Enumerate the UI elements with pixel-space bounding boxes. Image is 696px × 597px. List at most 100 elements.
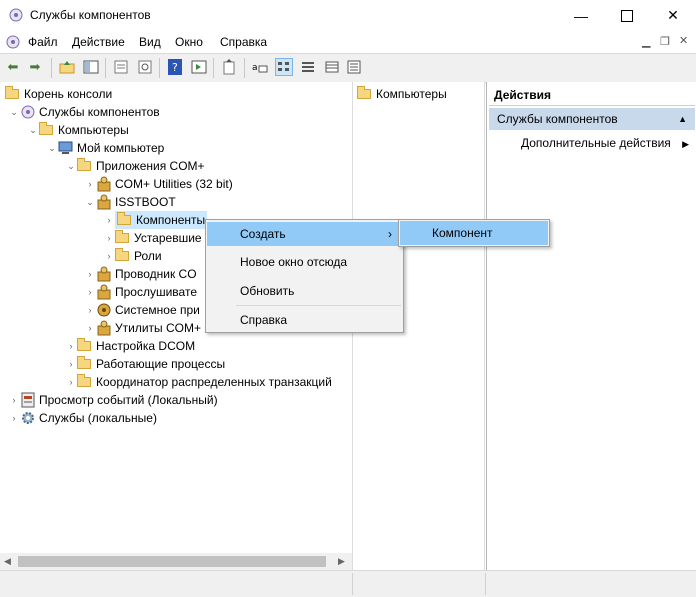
tree-node-components[interactable]: › Компоненты <box>103 211 208 229</box>
scroll-right-icon[interactable]: ▶ <box>338 556 345 567</box>
list-view-icon[interactable] <box>299 58 317 76</box>
collapse-section-icon[interactable]: ▲ <box>678 108 687 130</box>
collapse-chevron-icon[interactable]: ⌄ <box>46 142 58 154</box>
expand-chevron-icon[interactable]: › <box>65 376 77 388</box>
create-submenu: Компонент <box>398 219 550 247</box>
minimize-icon: — <box>574 7 588 24</box>
tree-node-legacy[interactable]: › Устаревшие <box>103 229 202 247</box>
context-menu-refresh-label: Обновить <box>240 284 295 298</box>
context-menu-help[interactable]: Справка <box>207 308 402 332</box>
context-menu-new-window[interactable]: Новое окно отсюда <box>207 250 402 274</box>
status-divider <box>352 573 353 595</box>
configure-columns-icon[interactable] <box>345 58 363 76</box>
toolbar-separator <box>213 58 214 78</box>
expand-chevron-icon[interactable]: › <box>84 286 96 298</box>
minimize-button[interactable]: — <box>558 0 604 31</box>
context-menu-create[interactable]: Создать › <box>207 222 402 246</box>
actions-section-component-services[interactable]: Службы компонентов ▲ <box>489 108 695 130</box>
context-menu-create-label: Создать <box>240 227 286 241</box>
close-icon: ✕ <box>667 7 679 23</box>
collapse-chevron-icon[interactable]: ⌄ <box>8 106 20 118</box>
expand-chevron-icon[interactable]: › <box>84 304 96 316</box>
tree-node-listener[interactable]: › Прослушивате <box>84 283 197 301</box>
refresh-icon[interactable] <box>136 58 154 76</box>
list-item-label: Компьютеры <box>376 87 447 101</box>
mdi-close-icon[interactable]: ✕ <box>679 34 688 47</box>
mdi-restore-icon[interactable]: ❐ <box>660 35 670 48</box>
tree-node-label: Координатор распределенных транзакций <box>96 375 332 389</box>
up-level-icon[interactable] <box>58 58 76 76</box>
tree-node-computers[interactable]: ⌄ Компьютеры <box>27 121 129 139</box>
tree-node-console-root[interactable]: Корень консоли <box>5 85 112 103</box>
large-icons-view-icon[interactable]: a <box>251 58 269 76</box>
expand-chevron-icon[interactable]: › <box>103 214 115 226</box>
show-hide-tree-icon[interactable] <box>82 58 100 76</box>
tree-node-explorer[interactable]: › Проводник CO <box>84 265 197 283</box>
window-title: Службы компонентов <box>30 8 151 22</box>
menu-view[interactable]: Вид <box>139 35 161 49</box>
tree-node-component-services[interactable]: ⌄ Службы компонентов <box>8 103 160 121</box>
list-item[interactable]: Компьютеры <box>357 85 447 103</box>
more-actions-item[interactable]: Дополнительные действия ▶ <box>521 136 689 150</box>
back-icon[interactable]: ⬅ <box>4 58 22 76</box>
expand-chevron-icon[interactable]: › <box>84 322 96 334</box>
tree-node-label: Службы компонентов <box>39 105 160 119</box>
close-button[interactable]: ✕ <box>650 0 696 31</box>
expand-chevron-icon[interactable]: › <box>65 358 77 370</box>
tree-node-dtc[interactable]: › Координатор распределенных транзакций <box>65 373 332 391</box>
menu-help[interactable]: Справка <box>220 35 267 49</box>
tree-node-label: Устаревшие <box>134 231 202 245</box>
maximize-button[interactable] <box>604 0 650 31</box>
detail-view-icon[interactable] <box>323 58 341 76</box>
help-icon[interactable]: ? <box>166 58 184 76</box>
forward-icon[interactable]: ➡ <box>26 58 44 76</box>
expand-chevron-icon[interactable]: › <box>84 178 96 190</box>
export-list-icon[interactable] <box>220 58 238 76</box>
scrollbar-thumb[interactable] <box>18 556 326 567</box>
folder-icon <box>5 86 19 99</box>
tree-node-com-applications[interactable]: ⌄ Приложения COM+ <box>65 157 205 175</box>
context-menu-refresh[interactable]: Обновить <box>207 279 402 303</box>
collapse-chevron-icon[interactable]: ⌄ <box>65 160 77 172</box>
app-icon <box>8 7 24 23</box>
menu-file[interactable]: Файл <box>28 35 58 49</box>
scroll-left-icon[interactable]: ◀ <box>4 556 11 567</box>
tree-node-event-viewer[interactable]: › Просмотр событий (Локальный) <box>8 391 218 409</box>
properties-icon[interactable] <box>112 58 130 76</box>
folder-icon <box>77 374 91 387</box>
tree-node-dcom-config[interactable]: › Настройка DCOM <box>65 337 195 355</box>
menu-action[interactable]: Действие <box>72 35 125 49</box>
tree-node-label: Службы (локальные) <box>39 411 157 425</box>
submenu-component[interactable]: Компонент <box>400 221 548 245</box>
tree-node-com-utilities-32[interactable]: › COM+ Utilities (32 bit) <box>84 175 233 193</box>
status-bar <box>0 570 696 597</box>
tree-node-isstboot[interactable]: ⌄ ISSTBOOT <box>84 193 176 211</box>
actions-header: Действия <box>489 84 695 106</box>
tree-node-label: Работающие процессы <box>96 357 226 371</box>
expand-chevron-icon[interactable]: › <box>103 232 115 244</box>
small-icons-view-icon[interactable] <box>275 58 293 76</box>
tree-node-com-utilities[interactable]: › Утилиты COM+ <box>84 319 201 337</box>
folder-icon <box>357 86 371 99</box>
show-action-pane-icon[interactable] <box>190 58 208 76</box>
expand-chevron-icon[interactable]: › <box>8 394 20 406</box>
folder-icon <box>77 338 91 351</box>
mdi-minimize-icon[interactable]: ▁ <box>642 35 650 48</box>
expand-chevron-icon[interactable]: › <box>65 340 77 352</box>
tree-node-running-processes[interactable]: › Работающие процессы <box>65 355 225 373</box>
tree-node-services-local[interactable]: › Службы (локальные) <box>8 409 157 427</box>
tree-node-roles[interactable]: › Роли <box>103 247 162 265</box>
menu-window[interactable]: Окно <box>175 35 203 49</box>
collapse-chevron-icon[interactable]: ⌄ <box>84 196 96 208</box>
expand-chevron-icon[interactable]: › <box>8 412 20 424</box>
submenu-arrow-icon: ▶ <box>682 139 690 149</box>
expand-chevron-icon[interactable]: › <box>103 250 115 262</box>
toolbar-separator <box>105 58 106 78</box>
com-package-icon <box>96 194 112 210</box>
expand-chevron-icon[interactable]: › <box>84 268 96 280</box>
tree-node-system-app[interactable]: › Системное при <box>84 301 200 319</box>
collapse-chevron-icon[interactable]: ⌄ <box>27 124 39 136</box>
title-bar: Службы компонентов — ✕ <box>0 0 696 31</box>
tree-node-my-computer[interactable]: ⌄ Мой компьютер <box>46 139 164 157</box>
status-divider <box>485 573 486 595</box>
